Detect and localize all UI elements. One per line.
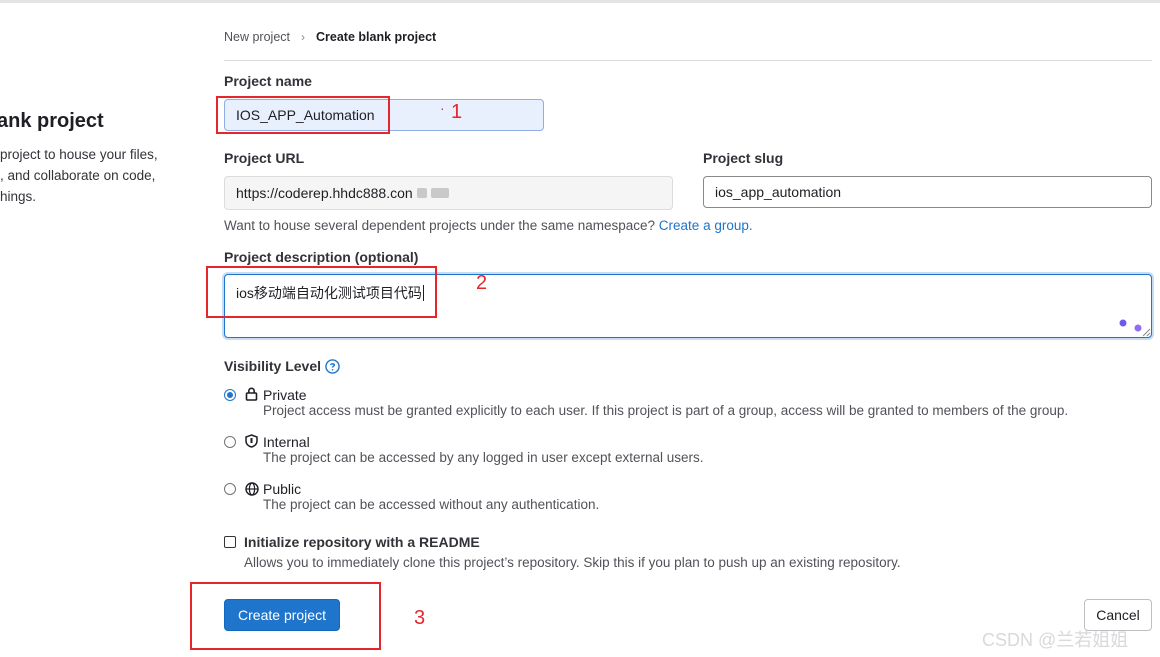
project-name-label: Project name [224,73,312,89]
visibility-public-desc: The project can be accessed without any … [263,497,600,512]
annotation-box-2 [206,266,437,318]
visibility-label: Visibility Level [224,358,322,374]
readme-label: Initialize repository with a README [244,534,480,550]
side-panel-title: ank project [0,110,104,132]
annotation-dot: · [440,100,445,116]
visibility-public-radio[interactable] [224,483,236,495]
project-slug-input[interactable]: ios_app_automation [703,176,1152,208]
blurred-text [430,188,449,198]
globe-icon [245,482,259,496]
project-url-value: https://coderep.hhdc888.con [236,185,413,201]
annotation-number-1: 1 [451,101,463,123]
divider [224,60,1152,61]
annotation-number-2: 2 [476,272,488,294]
create-group-link[interactable]: Create a group. [659,218,753,233]
project-slug-label: Project slug [703,150,784,166]
lock-icon [245,387,258,401]
visibility-internal-desc: The project can be accessed by any logge… [263,450,704,465]
help-question-icon[interactable] [325,359,340,374]
side-panel-text-line-3: hings. [0,189,37,204]
breadcrumb-current: Create blank project [316,30,437,44]
watermark: CSDN @兰若姐姐 [982,630,1129,650]
namespace-help-text: Want to house several dependent projects… [224,218,753,233]
breadcrumb-new-project[interactable]: New project [224,30,290,44]
shield-icon [245,434,258,448]
side-panel-text-line-2: , and collaborate on code, [0,168,156,183]
project-url-label: Project URL [224,150,305,166]
annotation-number-3: 3 [414,607,426,629]
resize-handle-icon[interactable] [1141,327,1151,337]
description-label: Project description (optional) [224,249,419,265]
visibility-private-radio[interactable] [224,389,236,401]
project-slug-value: ios_app_automation [715,184,842,200]
visibility-internal-title: Internal [263,434,310,450]
breadcrumb-separator: › [301,30,305,44]
visibility-private-title: Private [263,387,307,403]
annotation-box-1 [216,96,390,134]
top-border [0,0,1160,3]
project-url-field[interactable]: https://coderep.hhdc888.con [224,176,673,210]
readme-checkbox[interactable] [224,536,236,548]
annotation-box-3 [190,582,381,650]
visibility-private-desc: Project access must be granted explicitl… [263,403,1069,418]
blurred-text [416,188,427,198]
namespace-help-message: Want to house several dependent projects… [224,218,656,233]
side-panel-text-line-1: project to house your files, [0,147,158,162]
visibility-internal-radio[interactable] [224,436,236,448]
visibility-public-title: Public [263,481,302,497]
readme-desc: Allows you to immediately clone this pro… [244,555,901,570]
